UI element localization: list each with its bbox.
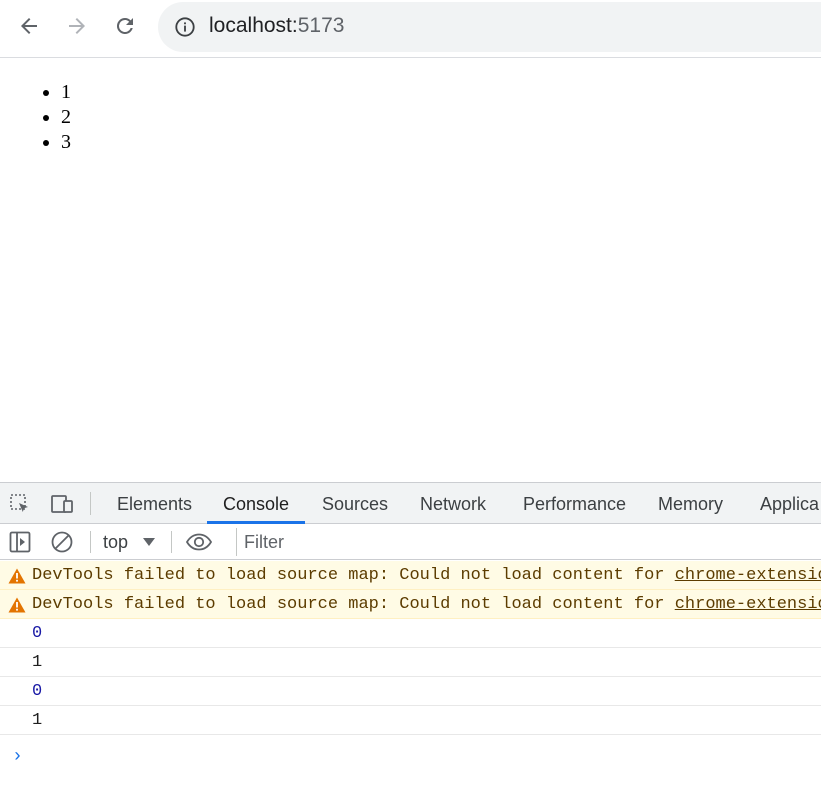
console-log: 0 <box>0 677 821 706</box>
console-log: 1 <box>0 648 821 677</box>
back-button[interactable] <box>13 10 45 42</box>
log-value: 0 <box>32 624 43 643</box>
tab-sources[interactable]: Sources <box>322 483 388 523</box>
console-messages: DevTools failed to load source map: Coul… <box>0 561 821 735</box>
eye-icon[interactable] <box>185 530 213 554</box>
sidebar-toggle-icon[interactable] <box>8 530 32 554</box>
divider <box>90 492 91 515</box>
warning-text: DevTools failed to load source map: Coul… <box>32 595 675 614</box>
forward-button[interactable] <box>61 10 93 42</box>
inspect-element-icon[interactable] <box>8 492 32 516</box>
divider <box>171 531 172 553</box>
reload-button[interactable] <box>109 10 141 42</box>
tab-application[interactable]: Applica <box>760 483 819 523</box>
tab-console[interactable]: Console <box>223 483 289 523</box>
clear-console-icon[interactable] <box>50 530 74 554</box>
context-selector[interactable]: top <box>103 530 128 554</box>
console-warning: DevTools failed to load source map: Coul… <box>0 590 821 619</box>
chevron-down-icon[interactable] <box>143 538 155 546</box>
devtools-tabbar: Elements Console Sources Network Perform… <box>0 483 821 524</box>
console-prompt[interactable]: › <box>12 747 23 767</box>
tab-memory[interactable]: Memory <box>658 483 723 523</box>
tab-performance[interactable]: Performance <box>523 483 626 523</box>
browser-toolbar: localhost:5173 <box>0 0 821 58</box>
log-value: 1 <box>32 711 43 730</box>
arrow-right-icon <box>69 18 85 34</box>
url-host: localhost: <box>209 14 298 37</box>
source-link[interactable]: chrome-extension: <box>675 566 821 585</box>
warning-icon <box>8 568 26 584</box>
url-text[interactable]: localhost:5173 <box>209 14 344 38</box>
divider <box>90 531 91 553</box>
info-icon[interactable] <box>174 16 196 38</box>
devtools-panel: Elements Console Sources Network Perform… <box>0 482 821 807</box>
log-value: 1 <box>32 653 43 672</box>
url-port: 5173 <box>297 14 345 37</box>
page-list: 1 2 3 <box>43 80 71 155</box>
list-item: 1 <box>43 81 71 103</box>
tab-elements[interactable]: Elements <box>117 483 192 523</box>
list-item: 3 <box>43 131 71 153</box>
warning-icon <box>8 597 26 613</box>
list-item: 2 <box>43 106 71 128</box>
source-link[interactable]: chrome-extension: <box>675 595 821 614</box>
reload-icon <box>116 17 133 34</box>
console-warning: DevTools failed to load source map: Coul… <box>0 561 821 590</box>
address-bar[interactable]: localhost:5173 <box>158 2 821 52</box>
filter-input[interactable] <box>236 528 821 556</box>
tab-network[interactable]: Network <box>420 483 486 523</box>
console-log: 1 <box>0 706 821 735</box>
device-toolbar-icon[interactable] <box>50 492 74 516</box>
warning-text: DevTools failed to load source map: Coul… <box>32 566 675 585</box>
console-toolbar: top <box>0 524 821 560</box>
log-value: 0 <box>32 682 43 701</box>
console-log: 0 <box>0 619 821 648</box>
arrow-left-icon <box>21 18 37 34</box>
